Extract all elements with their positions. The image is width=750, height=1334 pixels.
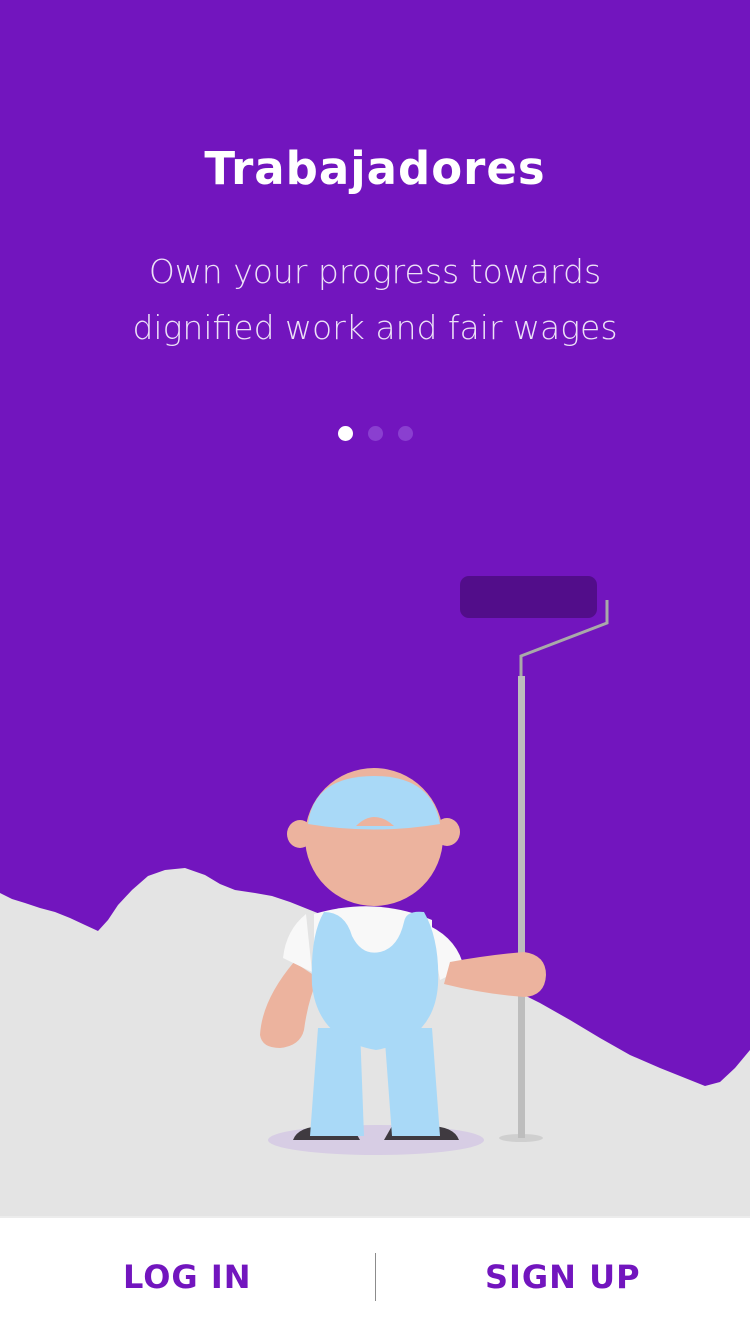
auth-footer: LOG IN SIGN UP [0,1216,750,1334]
onboarding-title: Trabajadores [204,142,546,195]
signup-button[interactable]: SIGN UP [376,1218,750,1334]
page-dot-3[interactable] [397,426,413,441]
page-dot-1[interactable] [337,426,353,441]
page-indicator [0,426,750,441]
page-dot-2[interactable] [367,426,383,441]
onboarding-subtitle: Own your progress towards dignified work… [132,252,618,347]
login-button[interactable]: LOG IN [0,1218,375,1334]
onboarding-screen: Trabajadores Own your progress towards d… [0,0,750,1334]
